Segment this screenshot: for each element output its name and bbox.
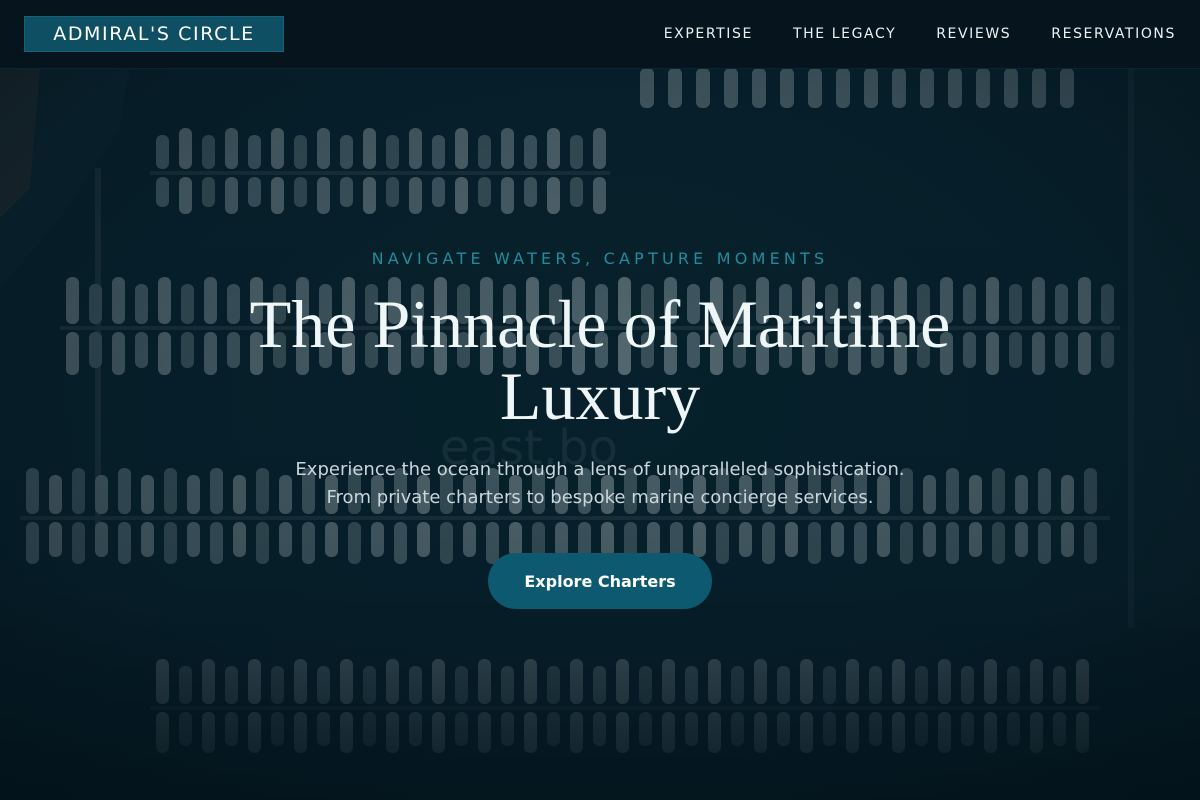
- hero-tagline: NAVIGATE WATERS, CAPTURE MOMENTS: [371, 249, 829, 268]
- site-header: ADMIRAL'S CIRCLE EXPERTISE THE LEGACY RE…: [0, 0, 1200, 69]
- hero-subtitle: Experience the ocean through a lens of u…: [200, 456, 1000, 512]
- main-nav: EXPERTISE THE LEGACY REVIEWS RESERVATION…: [664, 0, 1176, 68]
- hero-headline: The Pinnacle of Maritime Luxury: [249, 286, 951, 434]
- logo[interactable]: ADMIRAL'S CIRCLE: [24, 16, 284, 52]
- page: east.bo ADMIRAL'S CIRCLE EXPERTISE THE L…: [0, 0, 1200, 800]
- hero-background-image: east.bo: [0, 68, 1200, 800]
- nav-link-reviews[interactable]: REVIEWS: [936, 26, 1011, 42]
- explore-charters-button[interactable]: Explore Charters: [488, 553, 712, 609]
- nav-link-legacy[interactable]: THE LEGACY: [793, 26, 896, 42]
- nav-link-reservations[interactable]: RESERVATIONS: [1051, 26, 1176, 42]
- hero-subtitle-line-2: From private charters to bespoke marine …: [326, 487, 874, 508]
- nav-link-expertise[interactable]: EXPERTISE: [664, 26, 753, 42]
- hero-subtitle-line-1: Experience the ocean through a lens of u…: [295, 459, 905, 480]
